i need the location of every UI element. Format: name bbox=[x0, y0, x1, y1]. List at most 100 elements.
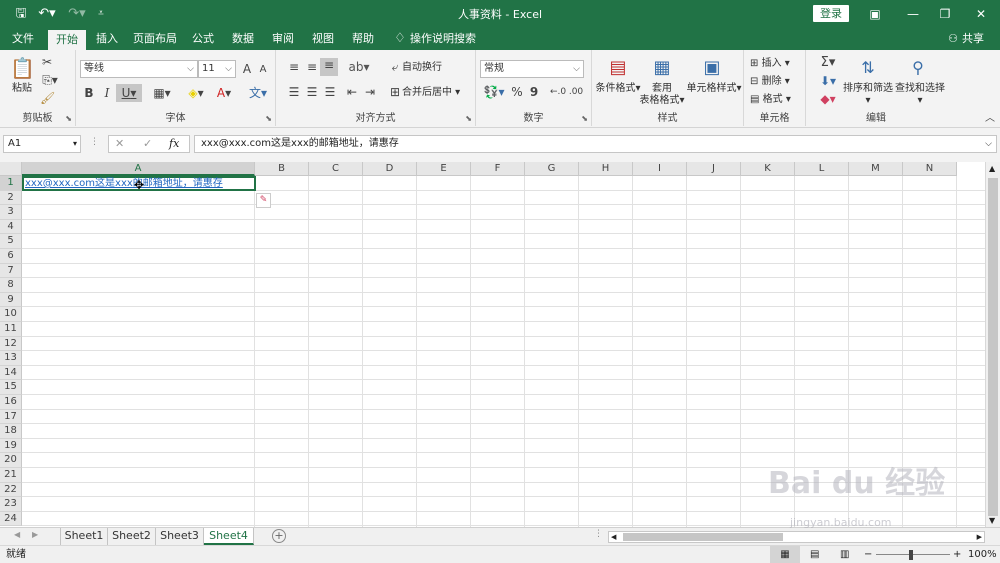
tab-file[interactable]: 文件 bbox=[4, 28, 42, 50]
autocorrect-options-icon[interactable]: ✎ bbox=[256, 193, 271, 208]
row-header-12[interactable]: 12 bbox=[0, 336, 22, 352]
align-top-icon[interactable]: ≡ bbox=[286, 60, 302, 74]
insert-cells-button[interactable]: ⊞ 插入 ▾ bbox=[750, 58, 804, 70]
row-header-2[interactable]: 2 bbox=[0, 190, 22, 206]
zoom-out-icon[interactable]: − bbox=[864, 546, 872, 563]
number-launcher-icon[interactable]: ⬊ bbox=[581, 114, 588, 123]
tab-home[interactable]: 开始 bbox=[48, 28, 86, 50]
align-middle-icon[interactable]: ≡ bbox=[304, 60, 320, 74]
row-header-20[interactable]: 20 bbox=[0, 453, 22, 468]
collapse-ribbon-icon[interactable]: ︿ bbox=[984, 112, 996, 126]
tab-data[interactable]: 数据 bbox=[226, 28, 260, 50]
clipboard-launcher-icon[interactable]: ⬊ bbox=[65, 114, 72, 123]
normal-view-icon[interactable]: ▦ bbox=[770, 546, 800, 563]
merge-center-button[interactable]: 合并后居中 ▾ bbox=[402, 87, 468, 99]
merge-center-icon[interactable]: ⊞ bbox=[388, 85, 402, 99]
column-header-c[interactable]: C bbox=[309, 162, 363, 176]
column-header-j[interactable]: J bbox=[687, 162, 741, 176]
login-button[interactable]: 登录 bbox=[813, 5, 849, 22]
increase-indent-icon[interactable]: ⇥ bbox=[362, 85, 378, 99]
row-header-9[interactable]: 9 bbox=[0, 292, 22, 308]
column-header-l[interactable]: L bbox=[795, 162, 849, 176]
column-header-g[interactable]: G bbox=[525, 162, 579, 176]
font-size-combo[interactable]: 11 ⌵ bbox=[198, 60, 236, 78]
clear-icon[interactable]: ◆▾ bbox=[816, 92, 840, 106]
row-header-10[interactable]: 10 bbox=[0, 307, 22, 322]
scroll-left-icon[interactable]: ◀ bbox=[611, 532, 616, 542]
format-as-table-icon[interactable]: ▦ bbox=[650, 56, 674, 80]
row-header-19[interactable]: 19 bbox=[0, 438, 22, 454]
zoom-in-icon[interactable]: + bbox=[953, 546, 961, 563]
row-header-17[interactable]: 17 bbox=[0, 409, 22, 425]
zoom-slider-thumb[interactable] bbox=[909, 550, 913, 560]
orientation-icon[interactable]: ab▾ bbox=[348, 60, 370, 74]
font-color-icon[interactable]: A▾ bbox=[212, 86, 236, 100]
font-name-combo[interactable]: 等线 ⌵ bbox=[80, 60, 198, 78]
row-header-18[interactable]: 18 bbox=[0, 424, 22, 439]
enter-icon[interactable]: ✓ bbox=[143, 136, 152, 152]
decrease-decimal-icon[interactable]: .00 bbox=[568, 85, 584, 99]
bold-button[interactable]: B bbox=[82, 86, 96, 100]
accounting-format-icon[interactable]: 💱▾ bbox=[482, 85, 506, 99]
scroll-right-icon[interactable]: ▶ bbox=[977, 532, 982, 542]
row-header-11[interactable]: 11 bbox=[0, 322, 22, 337]
align-bottom-icon[interactable]: ≡ bbox=[320, 58, 338, 76]
column-header-m[interactable]: M bbox=[849, 162, 903, 176]
horizontal-scrollbar[interactable]: ◀ ▶ bbox=[608, 531, 985, 543]
column-header-d[interactable]: D bbox=[363, 162, 417, 176]
conditional-formatting-icon[interactable]: ▤ bbox=[606, 56, 630, 80]
number-format-combo[interactable]: 常规 ⌵ bbox=[480, 60, 584, 78]
find-select-icon[interactable]: ⚲ bbox=[906, 56, 930, 80]
vertical-scroll-thumb[interactable] bbox=[988, 178, 998, 516]
tab-formulas[interactable]: 公式 bbox=[186, 28, 220, 50]
decrease-indent-icon[interactable]: ⇤ bbox=[344, 85, 360, 99]
font-launcher-icon[interactable]: ⬊ bbox=[265, 114, 272, 123]
column-header-h[interactable]: H bbox=[579, 162, 633, 176]
comma-style-button[interactable]: 9 bbox=[528, 85, 540, 99]
underline-button[interactable]: U▾ bbox=[116, 84, 142, 102]
percent-style-button[interactable]: % bbox=[510, 85, 524, 99]
tab-view[interactable]: 视图 bbox=[306, 28, 340, 50]
page-break-view-icon[interactable]: ▥ bbox=[840, 546, 849, 563]
prev-sheet-icon[interactable]: ◀ bbox=[14, 530, 20, 539]
row-header-8[interactable]: 8 bbox=[0, 278, 22, 293]
column-header-a[interactable]: A bbox=[22, 162, 255, 176]
row-header-16[interactable]: 16 bbox=[0, 395, 22, 410]
column-header-k[interactable]: K bbox=[741, 162, 795, 176]
cut-icon[interactable]: ✂ bbox=[40, 55, 54, 69]
format-cells-button[interactable]: ▤ 格式 ▾ bbox=[750, 94, 804, 106]
sheet-tab-sheet2[interactable]: Sheet2 bbox=[108, 528, 156, 545]
format-painter-icon[interactable]: 🖌 bbox=[40, 91, 55, 105]
row-header-14[interactable]: 14 bbox=[0, 365, 22, 381]
autosum-icon[interactable]: Σ▾ bbox=[816, 56, 840, 70]
sort-filter-button[interactable]: 排序和筛选 ▾ bbox=[842, 83, 894, 107]
find-select-button[interactable]: 查找和选择 ▾ bbox=[894, 83, 946, 107]
row-header-3[interactable]: 3 bbox=[0, 205, 22, 220]
new-sheet-icon[interactable]: + bbox=[272, 529, 286, 543]
page-layout-view-icon[interactable]: ▤ bbox=[810, 546, 819, 563]
italic-button[interactable]: I bbox=[100, 86, 114, 100]
row-header-1[interactable]: 1 bbox=[0, 176, 22, 191]
format-as-table-button[interactable]: 套用 表格格式▾ bbox=[638, 83, 686, 107]
column-header-b[interactable]: B bbox=[255, 162, 309, 176]
paste-button[interactable]: 粘贴 bbox=[8, 83, 36, 95]
column-header-e[interactable]: E bbox=[417, 162, 471, 176]
increase-font-icon[interactable]: A bbox=[240, 62, 254, 76]
vertical-scrollbar[interactable]: ▲ ▼ bbox=[985, 162, 1000, 529]
close-icon[interactable]: ✕ bbox=[970, 4, 992, 24]
sort-filter-icon[interactable]: ⇅ bbox=[856, 56, 880, 80]
align-left-icon[interactable]: ☰ bbox=[286, 85, 302, 99]
alignment-launcher-icon[interactable]: ⬊ bbox=[465, 114, 472, 123]
insert-function-button[interactable]: fx bbox=[169, 136, 179, 152]
restore-icon[interactable]: ❐ bbox=[934, 4, 956, 24]
tab-page-layout[interactable]: 页面布局 bbox=[130, 28, 180, 50]
align-center-icon[interactable]: ☰ bbox=[304, 85, 320, 99]
row-header-15[interactable]: 15 bbox=[0, 380, 22, 395]
name-box[interactable]: A1 ▾ bbox=[3, 135, 81, 153]
tab-insert[interactable]: 插入 bbox=[90, 28, 124, 50]
row-header-5[interactable]: 5 bbox=[0, 234, 22, 249]
row-header-4[interactable]: 4 bbox=[0, 219, 22, 235]
borders-icon[interactable]: ▦▾ bbox=[150, 86, 174, 100]
column-header-n[interactable]: N bbox=[903, 162, 957, 176]
copy-icon[interactable]: ⎘▾ bbox=[40, 73, 60, 87]
